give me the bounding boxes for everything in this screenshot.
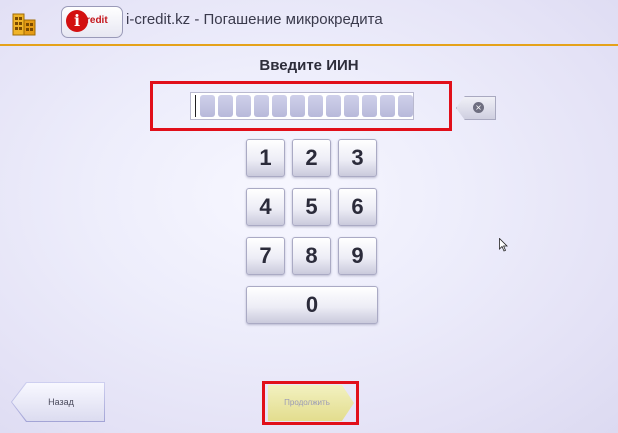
key-4[interactable]: 4	[246, 188, 285, 226]
logo-text: redit	[86, 15, 108, 26]
iin-digit-cell	[398, 95, 413, 117]
iin-digit-cell	[326, 95, 341, 117]
building-icon[interactable]	[10, 9, 38, 37]
key-9[interactable]: 9	[338, 237, 377, 275]
iin-digit-cell	[344, 95, 359, 117]
iin-digit-cell	[236, 95, 251, 117]
header-bar: i redit i-credit.kz - Погашение микрокре…	[0, 0, 618, 46]
backspace-button[interactable]: ×	[456, 96, 496, 120]
key-6[interactable]: 6	[338, 188, 377, 226]
key-3[interactable]: 3	[338, 139, 377, 177]
iin-digit-cell	[218, 95, 233, 117]
logo-letter: i	[66, 10, 88, 32]
back-button-label: Назад	[12, 383, 104, 421]
key-1[interactable]: 1	[246, 139, 285, 177]
iin-digit-cell	[308, 95, 323, 117]
iin-digit-cell	[254, 95, 269, 117]
iin-digit-cell	[362, 95, 377, 117]
key-8[interactable]: 8	[292, 237, 331, 275]
iin-digit-cell	[200, 95, 215, 117]
key-0[interactable]: 0	[246, 286, 378, 324]
iin-digit-cell	[272, 95, 287, 117]
iin-digit-cell	[380, 95, 395, 117]
key-7[interactable]: 7	[246, 237, 285, 275]
iin-digit-cell	[290, 95, 305, 117]
back-button[interactable]: Назад	[11, 382, 105, 422]
icredit-logo: i redit	[61, 6, 123, 38]
continue-button[interactable]: Продолжить	[268, 385, 354, 421]
key-5[interactable]: 5	[292, 188, 331, 226]
page-title: i-credit.kz - Погашение микрокредита	[126, 11, 383, 28]
key-2[interactable]: 2	[292, 139, 331, 177]
text-cursor	[195, 95, 196, 117]
iin-input[interactable]	[190, 92, 414, 120]
clear-icon: ×	[473, 102, 484, 113]
mouse-pointer-icon	[499, 238, 508, 252]
iin-prompt: Введите ИИН	[259, 57, 359, 74]
